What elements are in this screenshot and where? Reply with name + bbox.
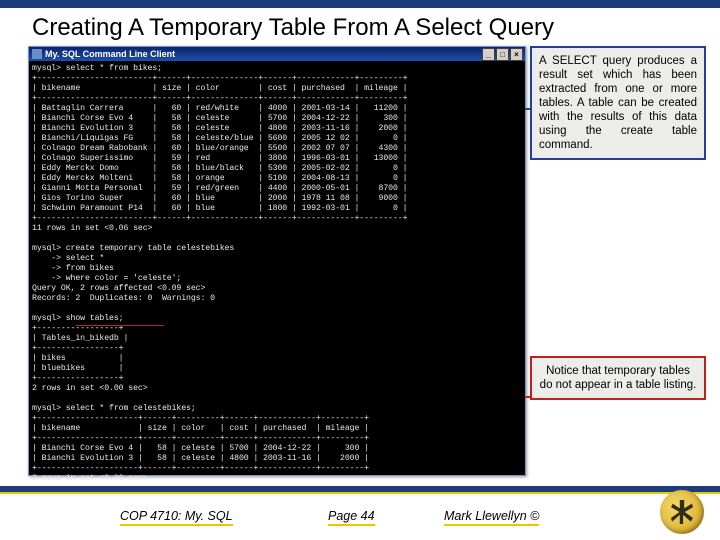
- underline-red: [76, 325, 164, 326]
- footer-page: Page 44: [328, 509, 375, 526]
- page-title: Creating A Temporary Table From A Select…: [32, 14, 720, 42]
- window-titlebar: My. SQL Command Line Client _ □ ×: [29, 47, 525, 61]
- callout-temp-table-note: Notice that temporary tables do not appe…: [530, 356, 706, 400]
- footer-course: COP 4710: My. SQL: [120, 509, 233, 526]
- close-button[interactable]: ×: [510, 48, 523, 61]
- window-title: My. SQL Command Line Client: [45, 49, 175, 59]
- ucf-logo-icon: [660, 490, 704, 534]
- footer-body: COP 4710: My. SQL Page 44 Mark Llewellyn…: [0, 494, 720, 540]
- terminal-output: mysql> select * from bikes; +-----------…: [29, 61, 525, 507]
- top-border: [0, 0, 720, 8]
- footer-author: Mark Llewellyn ©: [444, 509, 539, 526]
- terminal-window: My. SQL Command Line Client _ □ × mysql>…: [28, 46, 526, 476]
- footer: COP 4710: My. SQL Page 44 Mark Llewellyn…: [0, 486, 720, 540]
- window-controls: _ □ ×: [482, 48, 523, 61]
- callout-select-explain: A SELECT query produces a result set whi…: [530, 46, 706, 160]
- maximize-button[interactable]: □: [496, 48, 509, 61]
- minimize-button[interactable]: _: [482, 48, 495, 61]
- app-icon: [32, 49, 42, 59]
